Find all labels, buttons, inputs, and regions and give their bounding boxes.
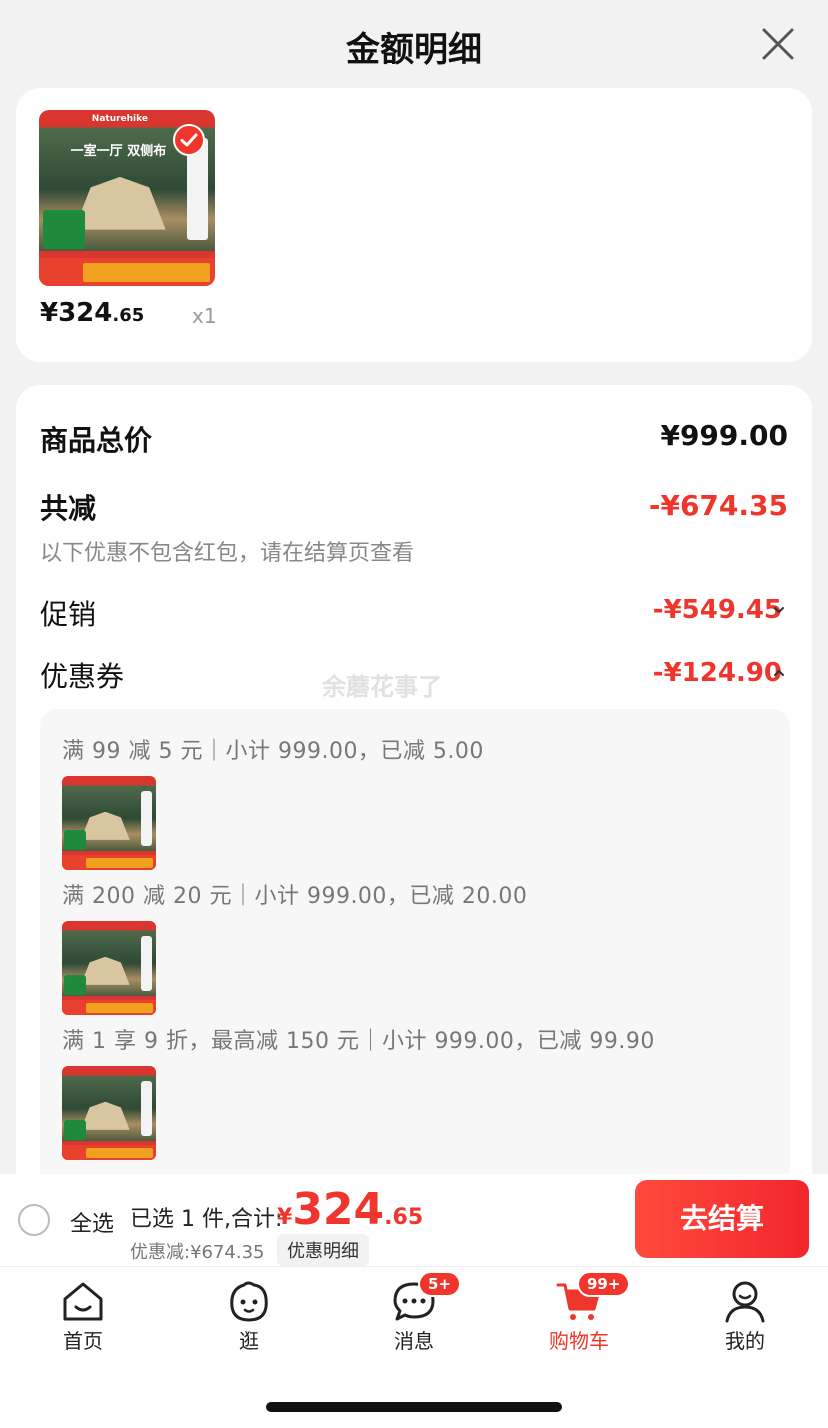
tab-cart[interactable]: 购物车 99+ (519, 1271, 639, 1365)
coupon-value[interactable]: -¥124.90 (653, 658, 782, 688)
tab-label: 消息 (394, 1329, 434, 1353)
tent-graphic (74, 176, 166, 230)
checkout-total-yen: ¥ (277, 1205, 293, 1230)
product-price-dec: .65 (112, 305, 145, 326)
tab-browse[interactable]: 逛 (189, 1275, 309, 1365)
tab-label: 购物车 (549, 1329, 609, 1353)
page-title: 金额明细 (346, 30, 482, 70)
home-icon (63, 1282, 103, 1321)
tab-messages[interactable]: 消息 5+ (354, 1271, 474, 1365)
total-price-label: 商品总价 (40, 424, 153, 457)
selected-count-text: 已选 1 件,合计: (130, 1207, 283, 1232)
amount-detail-card: 商品总价 ¥999.00 共减 -¥674.35 以下优惠不包含红包，请在结算页… (16, 385, 812, 1205)
home-indicator (266, 1402, 562, 1412)
checkmark-icon[interactable] (173, 124, 205, 156)
tab-profile[interactable]: 我的 (685, 1275, 805, 1365)
thumbnail-orange-strip (83, 263, 210, 283)
total-price-value: ¥999.00 (660, 419, 788, 452)
tab-label: 逛 (239, 1329, 259, 1353)
watermark: 余蘑花事了 (322, 673, 442, 701)
checkout-button[interactable]: 去结算 (635, 1180, 809, 1258)
coupon-product-thumbnail[interactable] (62, 1066, 156, 1160)
discount-summary: 优惠减:¥674.35 (130, 1242, 265, 1263)
checkout-total-dec: .65 (384, 1205, 424, 1230)
promotion-value[interactable]: -¥549.45 (653, 595, 782, 625)
coupon-rule: 满 99 减 5 元｜小计 999.00，已减 5.00 (62, 739, 484, 764)
close-icon[interactable] (758, 24, 798, 64)
product-price-int: ¥324 (40, 298, 113, 328)
discount-note: 以下优惠不包含红包，请在结算页查看 (40, 541, 415, 566)
message-badge: 5+ (418, 1271, 462, 1297)
product-price: ¥324.65 (40, 298, 144, 328)
thumbnail-brand: Naturehike (91, 113, 148, 124)
tab-label: 首页 (63, 1329, 103, 1353)
thumbnail-headline: 一室一厅 双侧布 (70, 143, 167, 159)
user-icon (725, 1281, 765, 1323)
discount-detail-button[interactable]: 优惠明细 (277, 1234, 369, 1266)
coupon-detail-box: 满 99 减 5 元｜小计 999.00，已减 5.00 满 200 减 20 … (40, 709, 790, 1205)
total-reduction-label: 共减 (40, 492, 97, 525)
coupon-product-thumbnail[interactable] (62, 921, 156, 1015)
face-icon (230, 1281, 268, 1322)
product-quantity: x1 (192, 304, 217, 328)
product-thumbnail[interactable]: Naturehike 一室一厅 双侧布 (39, 110, 215, 286)
total-reduction-value: -¥674.35 (648, 489, 788, 522)
coupon-label: 优惠券 (40, 660, 125, 693)
chevron-up-icon[interactable] (770, 664, 788, 682)
header: 金额明细 (0, 0, 828, 90)
checkout-total: ¥324.65 (277, 1184, 423, 1235)
product-card: Naturehike 一室一厅 双侧布 ¥324.65 x1 (16, 88, 812, 362)
thumbnail-green-badge (42, 210, 85, 250)
cart-badge: 99+ (577, 1271, 631, 1297)
tab-label: 我的 (725, 1329, 765, 1353)
promotion-label: 促销 (40, 598, 97, 631)
tab-home[interactable]: 首页 (23, 1275, 143, 1365)
checkout-total-int: 324 (292, 1184, 385, 1235)
select-all-radio[interactable] (18, 1204, 50, 1236)
chevron-down-icon[interactable] (770, 601, 788, 619)
checkout-bar: 全选 已选 1 件,合计: ¥324.65 优惠减:¥674.35 优惠明细 去… (0, 1174, 828, 1266)
coupon-product-thumbnail[interactable] (62, 776, 156, 870)
select-all-label[interactable]: 全选 (70, 1206, 114, 1238)
coupon-rule: 满 200 减 20 元｜小计 999.00，已减 20.00 (62, 884, 528, 909)
coupon-rule: 满 1 享 9 折，最高减 150 元｜小计 999.00，已减 99.90 (62, 1029, 655, 1054)
